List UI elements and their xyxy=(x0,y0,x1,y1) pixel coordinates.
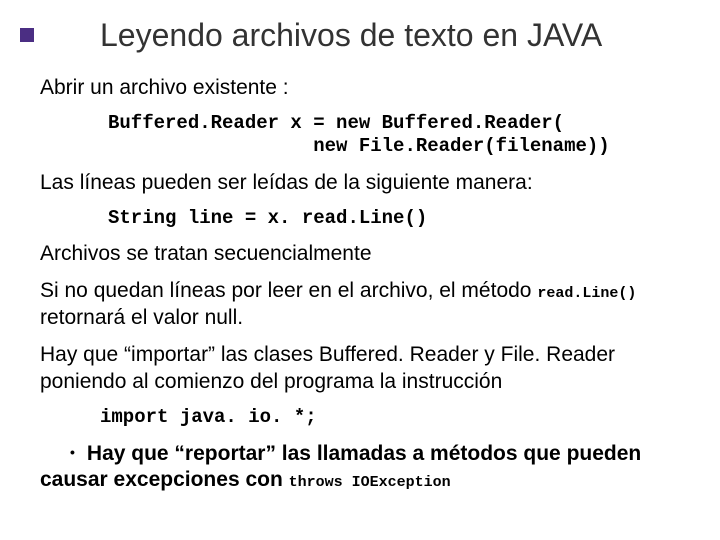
sub-bullet-icon: • xyxy=(70,444,75,462)
slide: Leyendo archivos de texto en JAVA Abrir … xyxy=(0,0,720,540)
code-buffered-reader: Buffered.Reader x = new Buffered.Reader(… xyxy=(108,112,690,158)
paragraph-read-lines: Las líneas pueden ser leídas de la sigui… xyxy=(40,170,690,197)
code-readline-inline: read.Line() xyxy=(537,285,636,302)
code-import: import java. io. *; xyxy=(100,406,690,429)
paragraph-throws: •Hay que “reportar” las llamadas a métod… xyxy=(40,441,690,495)
paragraph-import: Hay que “importar” las clases Buffered. … xyxy=(40,342,690,396)
paragraph-sequential: Archivos se tratan secuencialmente xyxy=(40,241,690,268)
code-read-line: String line = x. read.Line() xyxy=(108,207,690,230)
slide-body: Abrir un archivo existente : Buffered.Re… xyxy=(40,75,690,494)
code-throws-inline: throws IOException xyxy=(289,474,451,491)
paragraph-open-file: Abrir un archivo existente : xyxy=(40,75,690,102)
title-bullet-icon xyxy=(20,28,34,42)
slide-title: Leyendo archivos de texto en JAVA xyxy=(100,18,690,53)
text-null-a: Si no quedan líneas por leer en el archi… xyxy=(40,279,537,302)
paragraph-null-return: Si no quedan líneas por leer en el archi… xyxy=(40,278,690,332)
text-null-b: retornará el valor null. xyxy=(40,306,243,329)
